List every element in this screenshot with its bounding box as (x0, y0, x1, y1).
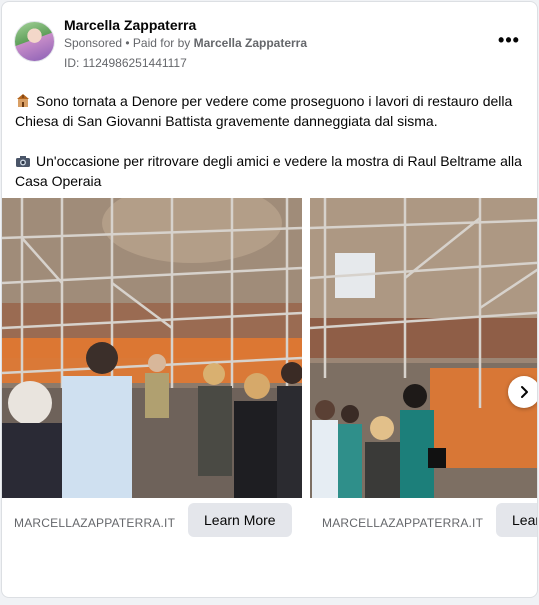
church-icon (17, 94, 29, 107)
author-name[interactable]: Marcella Zappaterra (64, 17, 196, 33)
post-paragraph: Sono tornata a Denore per vedere come pr… (15, 91, 529, 131)
learn-more-button[interactable]: Learn More (188, 503, 292, 537)
link-domain: MARCELLAZAPPATERRA.IT (14, 516, 176, 530)
learn-more-button[interactable]: Learn More (496, 503, 537, 537)
carousel-photo[interactable] (2, 198, 302, 498)
post-text: Sono tornata a Denore per vedere come pr… (15, 91, 529, 211)
paid-by-name[interactable]: Marcella Zappaterra (194, 36, 307, 50)
paragraph-text: Sono tornata a Denore per vedere come pr… (15, 93, 513, 129)
paragraph-text: Un'occasione per ritrovare degli amici e… (15, 153, 522, 189)
church-scaffolding-photo (310, 198, 537, 498)
church-interior-photo (2, 198, 302, 498)
post-paragraph: Un'occasione per ritrovare degli amici e… (15, 151, 529, 191)
ad-card: Marcella Zappaterra Sponsored • Paid for… (1, 1, 538, 598)
paid-prefix: • Paid for by (122, 36, 194, 50)
post-header: Marcella Zappaterra Sponsored • Paid for… (2, 2, 537, 80)
ad-carousel: MARCELLAZAPPATERRA.IT Learn More MARCELL… (2, 198, 537, 548)
sponsored-line: Sponsored • Paid for by Marcella Zappate… (64, 36, 307, 50)
ad-id: ID: 1124986251441117 (64, 56, 187, 70)
carousel-card[interactable]: MARCELLAZAPPATERRA.IT Learn More (310, 198, 537, 543)
chevron-right-icon (521, 386, 528, 398)
sponsored-label[interactable]: Sponsored (64, 36, 122, 50)
more-options-button[interactable]: ••• (497, 30, 521, 54)
camera-icon (16, 156, 30, 167)
carousel-photo[interactable] (310, 198, 537, 498)
carousel-next-button[interactable] (508, 376, 537, 408)
avatar[interactable] (14, 21, 55, 62)
link-domain: MARCELLAZAPPATERRA.IT (322, 516, 484, 530)
carousel-card[interactable]: MARCELLAZAPPATERRA.IT Learn More (2, 198, 302, 543)
